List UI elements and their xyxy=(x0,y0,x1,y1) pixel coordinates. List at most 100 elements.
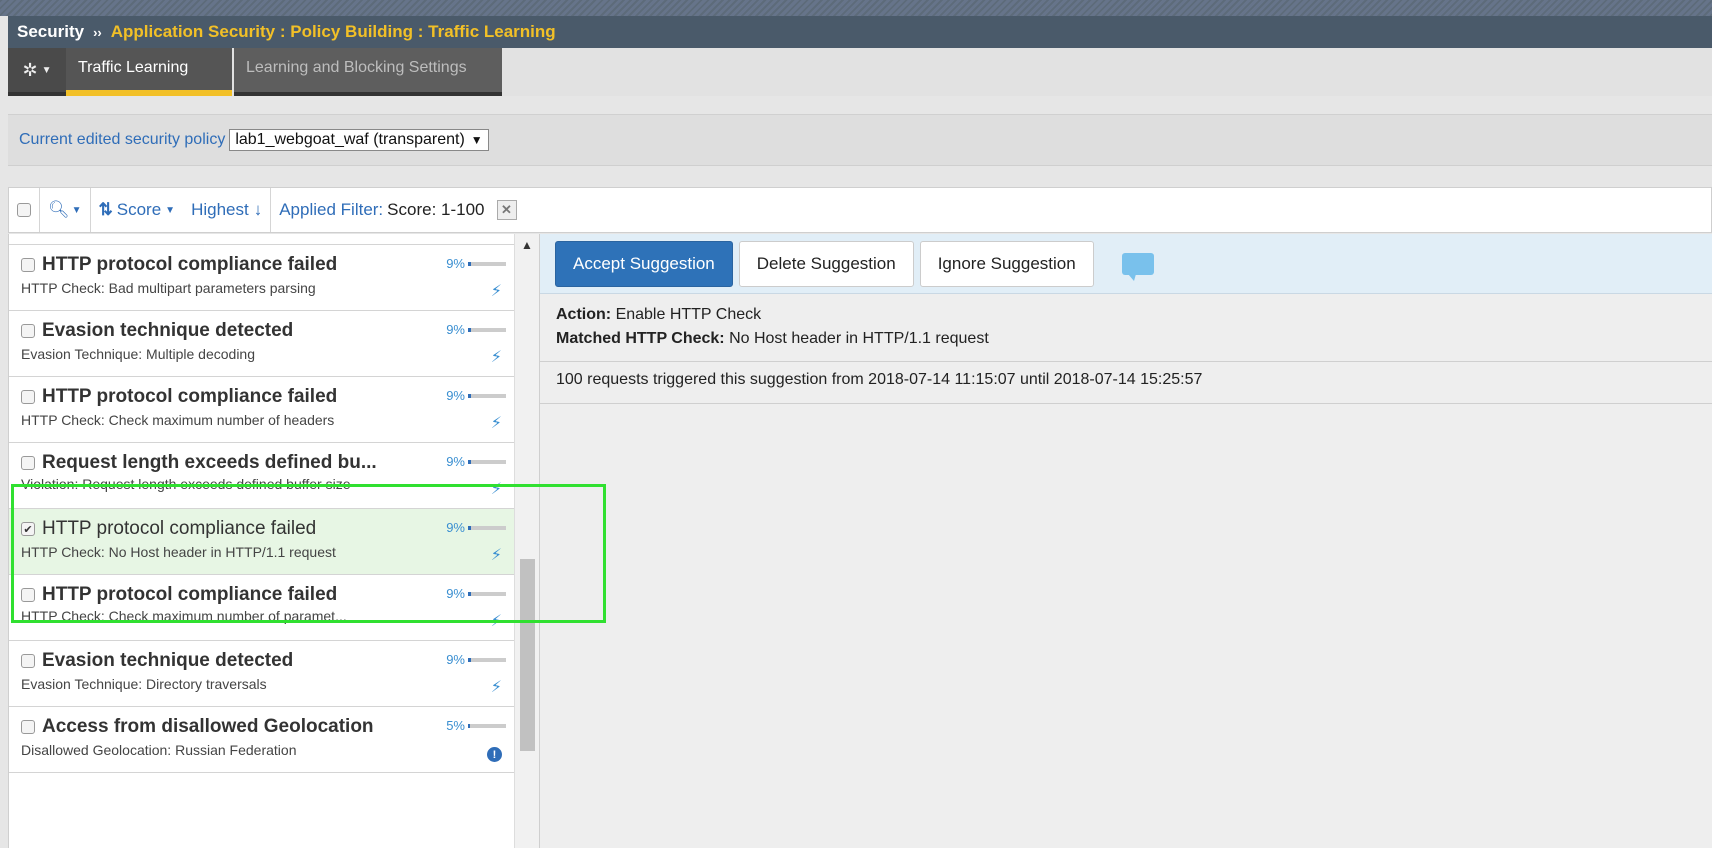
search-menu-button[interactable]: 🔍︎ ▼ xyxy=(40,188,91,232)
item-title: Access from disallowed Geolocation xyxy=(42,716,374,737)
breadcrumb: Security ›› Application Security : Polic… xyxy=(8,16,1712,48)
item-checkbox[interactable] xyxy=(21,390,35,404)
item-checkbox[interactable] xyxy=(21,324,35,338)
score-indicator: 9% xyxy=(446,652,506,667)
item-subtitle: HTTP Check: Bad multipart parameters par… xyxy=(21,280,316,296)
item-subtitle: Violation: Request length exceeds define… xyxy=(21,476,351,492)
tab-traffic-learning[interactable]: Traffic Learning xyxy=(66,48,232,96)
bolt-icon: ⚡︎ xyxy=(490,547,502,564)
caret-down-icon: ▼ xyxy=(41,64,52,76)
breadcrumb-path: Application Security : Policy Building :… xyxy=(110,22,556,41)
policy-select[interactable]: lab1_webgoat_waf (transparent) ▼ xyxy=(229,129,489,151)
item-subtitle: Evasion Technique: Directory traversals xyxy=(21,676,267,692)
bolt-icon: ⚡︎ xyxy=(490,283,502,300)
score-indicator: 5% xyxy=(446,718,506,733)
item-subtitle: Disallowed Geolocation: Russian Federati… xyxy=(21,742,297,758)
score-text: 5% xyxy=(446,718,465,733)
score-text: 9% xyxy=(446,256,465,271)
sort-order-button[interactable]: Highest xyxy=(191,200,249,220)
list-item[interactable]: Request length exceeds defined bu... Vio… xyxy=(9,443,514,509)
score-indicator: 9% xyxy=(446,388,506,403)
delete-suggestion-button[interactable]: Delete Suggestion xyxy=(738,240,914,287)
item-title: Evasion technique detected xyxy=(42,650,294,671)
accept-suggestion-button[interactable]: Accept Suggestion xyxy=(555,240,733,287)
bolt-icon: ⚡︎ xyxy=(490,481,502,498)
item-title: HTTP protocol compliance failed xyxy=(42,254,338,275)
item-checkbox-checked[interactable]: ✔ xyxy=(21,522,35,536)
list-item[interactable]: HTTP protocol compliance failed HTTP Che… xyxy=(9,575,514,641)
matched-check-value: No Host header in HTTP/1.1 request xyxy=(729,330,989,347)
info-icon: ! xyxy=(487,747,502,762)
list-item-partial xyxy=(9,234,514,245)
score-indicator: 9% xyxy=(446,454,506,469)
gear-icon: ✲ xyxy=(22,59,38,80)
score-text: 9% xyxy=(446,322,465,337)
search-icon: 🔍︎ xyxy=(48,200,70,219)
policy-bar: Current edited security policy lab1_webg… xyxy=(8,114,1712,166)
suggestion-detail-pane: Accept Suggestion Delete Suggestion Igno… xyxy=(540,234,1712,848)
sort-controls: ⇅ Score ▼ Highest ↓ xyxy=(91,188,272,232)
ignore-suggestion-button[interactable]: Ignore Suggestion xyxy=(919,240,1094,287)
suggestion-actions: Accept Suggestion Delete Suggestion Igno… xyxy=(540,234,1712,294)
scrollbar-thumb[interactable] xyxy=(520,559,535,751)
bolt-icon: ⚡︎ xyxy=(490,415,502,432)
select-all-cell xyxy=(9,188,40,232)
comment-icon[interactable] xyxy=(1121,252,1154,281)
item-subtitle: HTTP Check: Check maximum number of para… xyxy=(21,608,347,624)
item-subtitle: HTTP Check: No Host header in HTTP/1.1 r… xyxy=(21,544,336,560)
score-text: 9% xyxy=(446,388,465,403)
sort-icon: ⇅ xyxy=(98,200,113,219)
scroll-up-arrow-icon[interactable]: ▲ xyxy=(521,238,533,252)
policy-selected-value: lab1_webgoat_waf (transparent) xyxy=(235,131,465,148)
clear-filter-icon[interactable]: ✕ xyxy=(496,200,517,220)
caret-down-icon: ▼ xyxy=(165,204,176,216)
options-menu-button[interactable]: ✲ ▼ xyxy=(8,48,66,96)
matched-check-label: Matched HTTP Check: xyxy=(556,330,725,347)
item-checkbox[interactable] xyxy=(21,456,35,470)
item-checkbox[interactable] xyxy=(21,654,35,668)
score-indicator: 9% xyxy=(446,322,506,337)
breadcrumb-root[interactable]: Security xyxy=(17,22,84,42)
bolt-icon: ⚡︎ xyxy=(490,349,502,366)
breadcrumb-separator: ›› xyxy=(93,24,102,40)
select-all-checkbox[interactable] xyxy=(17,203,31,217)
suggestions-list: HTTP protocol compliance failed HTTP Che… xyxy=(8,234,514,848)
score-indicator: 9% xyxy=(446,520,506,535)
list-item-selected[interactable]: ✔ HTTP protocol compliance failed HTTP Ch… xyxy=(9,509,514,575)
item-checkbox[interactable] xyxy=(21,720,35,734)
top-stripe xyxy=(0,0,1712,16)
sort-by-dropdown[interactable]: Score xyxy=(117,200,161,220)
suggestion-details: Action: Enable HTTP Check Matched HTTP C… xyxy=(540,294,1712,362)
applied-filter-label: Applied Filter: xyxy=(279,200,384,219)
arrow-down-icon: ↓ xyxy=(253,200,263,219)
tab-bar: ✲ ▼ Traffic Learning Learning and Blockin… xyxy=(8,48,1712,96)
item-title: HTTP protocol compliance failed xyxy=(42,518,317,539)
list-item[interactable]: Evasion technique detected Evasion Techn… xyxy=(9,641,514,707)
item-title: Evasion technique detected xyxy=(42,320,294,341)
score-text: 9% xyxy=(446,586,465,601)
list-item[interactable]: HTTP protocol compliance failed HTTP Che… xyxy=(9,377,514,443)
suggestions-toolbar: 🔍︎ ▼ ⇅ Score ▼ Highest ↓ Applied Filter: … xyxy=(8,187,1712,233)
request-summary: 100 requests triggered this suggestion f… xyxy=(540,362,1712,404)
item-subtitle: HTTP Check: Check maximum number of head… xyxy=(21,412,335,428)
list-item[interactable]: Evasion technique detected Evasion Techn… xyxy=(9,311,514,377)
list-item[interactable]: Access from disallowed Geolocation Disal… xyxy=(9,707,514,773)
score-indicator: 9% xyxy=(446,586,506,601)
score-text: 9% xyxy=(446,520,465,535)
list-item[interactable]: HTTP protocol compliance failed HTTP Che… xyxy=(9,245,514,311)
score-text: 9% xyxy=(446,652,465,667)
tab-learning-and-blocking-settings[interactable]: Learning and Blocking Settings xyxy=(234,48,502,96)
item-checkbox[interactable] xyxy=(21,588,35,602)
policy-label: Current edited security policy xyxy=(19,131,226,148)
action-value: Enable HTTP Check xyxy=(615,306,762,323)
item-title: HTTP protocol compliance failed xyxy=(42,386,338,407)
applied-filter: Applied Filter: Score: 1-100 ✕ xyxy=(271,188,524,232)
item-subtitle: Evasion Technique: Multiple decoding xyxy=(21,346,256,362)
bolt-icon: ⚡︎ xyxy=(490,613,502,630)
item-checkbox[interactable] xyxy=(21,258,35,272)
score-indicator: 9% xyxy=(446,256,506,271)
bolt-icon: ⚡︎ xyxy=(490,679,502,696)
dropdown-arrow-icon: ▼ xyxy=(470,133,483,147)
list-scrollbar[interactable]: ▲ xyxy=(514,234,540,848)
applied-filter-value: Score: 1-100 xyxy=(387,200,485,219)
